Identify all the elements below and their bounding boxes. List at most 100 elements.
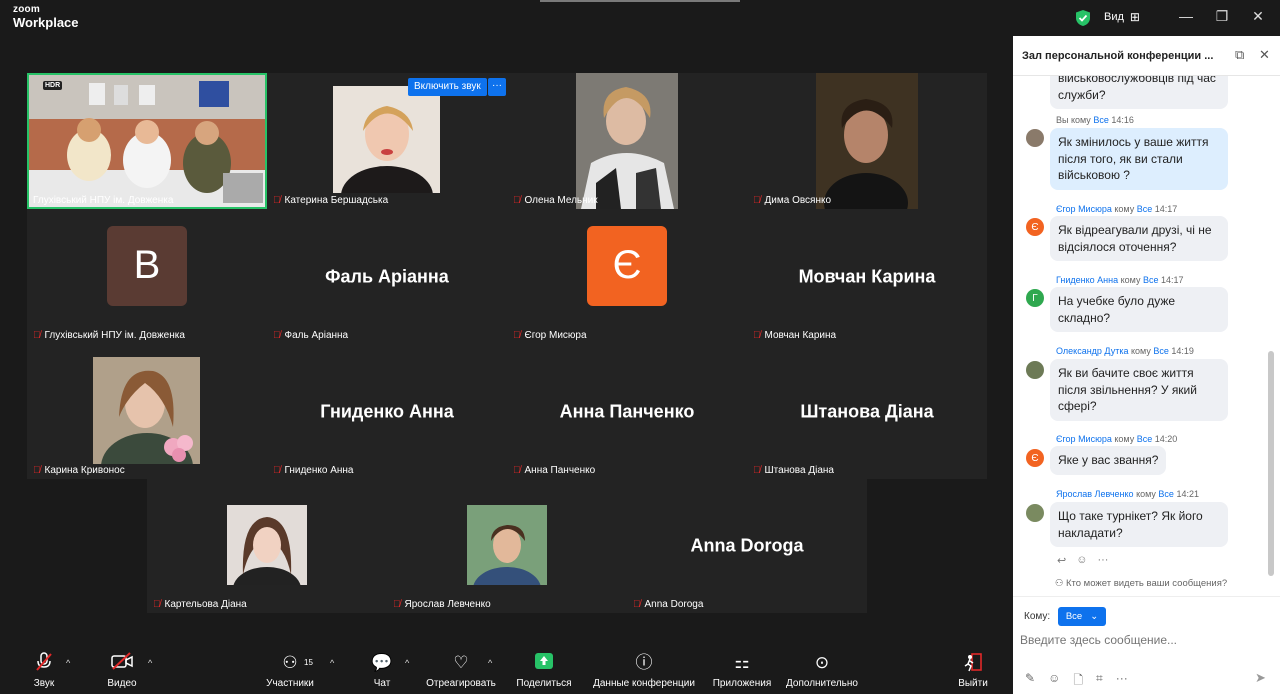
chat-options-caret[interactable]: ^ xyxy=(405,658,409,668)
profile-photo xyxy=(93,357,200,464)
to-keyword: кому xyxy=(1136,489,1156,499)
name-text: Єгор Мисюра xyxy=(524,330,587,341)
video-options-caret[interactable]: ^ xyxy=(148,658,152,668)
to-keyword: кому xyxy=(1120,275,1141,285)
react-label: Отреагировать xyxy=(426,678,496,689)
chat-icon: 💬 xyxy=(371,653,393,672)
file-icon[interactable]: 🗋 xyxy=(1073,671,1083,692)
participant-big-name: Мовчан Карина xyxy=(798,266,936,286)
mic-muted-icon xyxy=(28,652,60,674)
share-button[interactable]: Поделиться xyxy=(514,652,574,689)
profile-photo xyxy=(467,505,547,585)
avatar xyxy=(1026,361,1044,379)
video-tile[interactable]: 🎙̸ Картельова Діана xyxy=(147,479,387,613)
close-icon[interactable]: ✕ xyxy=(1259,47,1270,63)
name-text: Фаль Аріанна xyxy=(284,330,349,341)
mic-muted-icon: 🎙̸ xyxy=(153,599,161,610)
to-keyword: кому xyxy=(1114,434,1135,444)
who-can-see-link[interactable]: ⚇ Кто может видеть ваши сообщения? xyxy=(1013,578,1269,589)
recipient-select[interactable]: Все ⌄ xyxy=(1058,607,1106,626)
message-bubble: Як ви бачите своє життя після звільнення… xyxy=(1050,359,1228,421)
mic-muted-icon: 🎙̸ xyxy=(753,195,761,206)
profile-photo xyxy=(227,505,307,585)
chat-button[interactable]: 💬 Чат xyxy=(366,652,398,689)
minimize-icon[interactable]: — xyxy=(1176,8,1196,24)
participant-name-label: 🎙̸ Дима Овсянко xyxy=(753,195,831,206)
participant-name-label: 🎙̸ Гниденко Анна xyxy=(273,465,353,476)
video-tile[interactable]: 🎙̸ Карина Кривонос xyxy=(27,344,267,479)
video-feed-image xyxy=(29,75,265,207)
apps-icon: ⚏ xyxy=(734,653,750,672)
chat-header: Зал персональной конференции ... ⧉ ✕ xyxy=(1013,36,1280,76)
video-button[interactable]: Видео xyxy=(104,652,140,689)
popout-icon[interactable]: ⧉ xyxy=(1235,47,1244,63)
video-tile[interactable]: Гниденко Анна 🎙̸ Гниденко Анна xyxy=(267,344,507,479)
chat-scrollbar[interactable] xyxy=(1268,351,1274,576)
chat-title: Зал персональной конференции ... xyxy=(1022,50,1214,62)
mic-muted-icon: 🎙̸ xyxy=(513,465,521,476)
participants-options-caret[interactable]: ^ xyxy=(330,658,334,668)
more-icon[interactable]: ··· xyxy=(1116,671,1128,692)
leave-button[interactable]: Выйти xyxy=(954,652,992,689)
message-bubble: На учебке було дуже складно? xyxy=(1050,287,1228,332)
video-tile[interactable]: Мовчан Карина 🎙̸ Мовчан Карина xyxy=(747,209,987,344)
participant-big-name: Фаль Аріанна xyxy=(325,266,449,286)
reply-icon[interactable]: ↩ xyxy=(1057,554,1066,567)
message-bubble: Як змінилось у ваше життя після того, як… xyxy=(1050,128,1228,190)
audio-button[interactable]: Звук xyxy=(28,652,60,689)
screenshot-icon[interactable]: ⌗ xyxy=(1096,671,1103,692)
chat-messages: військовослужбовців під час служби? Вы к… xyxy=(1013,76,1269,616)
react-button[interactable]: ♡ Отреагировать xyxy=(424,652,498,689)
people-icon: ⚇ xyxy=(1054,578,1066,589)
name-text: Дима Овсянко xyxy=(764,195,832,206)
video-tile[interactable]: 🎙̸ Олена Мельник xyxy=(507,73,747,209)
app-logo: zoom Workplace xyxy=(13,4,79,30)
message-bubble: військовослужбовців під час служби? xyxy=(1050,76,1228,109)
recipient: Все xyxy=(1093,115,1109,125)
mic-muted-icon: 🎙̸ xyxy=(513,330,521,341)
video-tile[interactable]: Є 🎙̸ Єгор Мисюра xyxy=(507,209,747,344)
video-tile[interactable]: Фаль Аріанна 🎙̸ Фаль Аріанна xyxy=(267,209,507,344)
format-icon[interactable]: ✎ xyxy=(1025,671,1035,692)
window-drag-strip[interactable] xyxy=(540,0,740,2)
view-button[interactable]: Вид ⊞ xyxy=(1104,10,1140,24)
chat-panel: Зал персональной конференции ... ⧉ ✕ вій… xyxy=(1013,36,1280,694)
video-tile[interactable]: Anna Doroga 🎙̸ Anna Doroga xyxy=(627,479,867,613)
video-tile[interactable]: B 🎙̸ Глухівський НПУ ім. Довженка xyxy=(27,209,267,344)
shield-check-icon[interactable] xyxy=(1075,9,1091,27)
meeting-info-button[interactable]: ⓘ Данные конференции xyxy=(588,652,700,689)
to-keyword: кому xyxy=(1131,346,1151,356)
video-tile[interactable]: HDR Глухівський НПУ ім. Довженка xyxy=(27,73,267,209)
logo-zoom: zoom xyxy=(13,4,40,15)
mic-muted-icon: 🎙̸ xyxy=(753,330,761,341)
video-tile[interactable]: Анна Панченко 🎙̸ Анна Панченко xyxy=(507,344,747,479)
more-icon[interactable]: ··· xyxy=(1097,554,1108,567)
message-meta: Єгор Мисюра кому Все 14:20 xyxy=(1056,434,1177,444)
send-icon[interactable]: ➤ xyxy=(1255,670,1266,686)
video-tile[interactable]: 🎙̸ Ярослав Левченко xyxy=(387,479,627,613)
emoji-icon[interactable]: ☺ xyxy=(1048,671,1060,692)
video-gallery: HDR Глухівський НПУ ім. Довженка 🎙̸ Катер… xyxy=(0,36,1012,646)
unmute-button[interactable]: Включить звук xyxy=(408,78,487,96)
tile-more-button[interactable]: ··· xyxy=(488,78,506,96)
video-tile[interactable]: Штанова Діана 🎙̸ Штанова Діана xyxy=(747,344,987,479)
name-text: Anna Doroga xyxy=(644,599,704,610)
video-feed-image xyxy=(816,73,918,209)
chevron-down-icon: ⌄ xyxy=(1090,611,1099,622)
audio-label: Звук xyxy=(33,678,55,689)
close-icon[interactable]: ✕ xyxy=(1248,8,1268,25)
react-options-caret[interactable]: ^ xyxy=(488,658,492,668)
to-label: Кому: xyxy=(1024,611,1051,622)
more-button[interactable]: ⊙ Дополнительно xyxy=(782,652,862,689)
emoji-icon[interactable]: ☺ xyxy=(1076,554,1087,567)
video-tile[interactable]: 🎙̸ Дима Овсянко xyxy=(747,73,987,209)
participants-label: Участники xyxy=(266,678,314,689)
apps-button[interactable]: ⚏ Приложения xyxy=(708,652,776,689)
sender: Вы кому xyxy=(1056,115,1091,125)
maximize-icon[interactable]: ❐ xyxy=(1212,8,1232,25)
audio-options-caret[interactable]: ^ xyxy=(66,658,70,668)
chat-message-input[interactable] xyxy=(1020,633,1260,647)
recipient: Все xyxy=(1153,346,1169,356)
message-actions: ↩ ☺ ··· xyxy=(1057,554,1108,567)
message-meta: Олександр Дутка кому Все 14:19 xyxy=(1056,346,1194,356)
